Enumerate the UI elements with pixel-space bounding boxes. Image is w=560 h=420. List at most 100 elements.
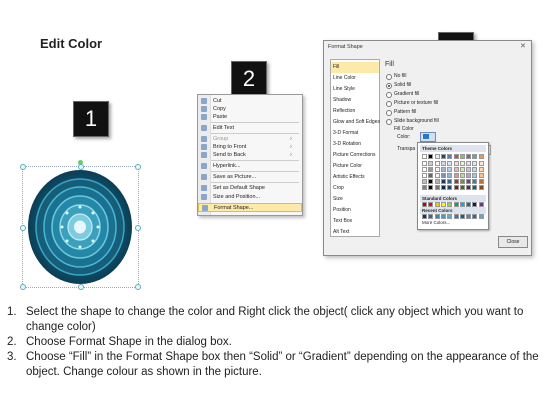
theme-color-swatch[interactable] bbox=[478, 179, 484, 184]
theme-color-swatch[interactable] bbox=[459, 154, 465, 159]
theme-color-swatch[interactable] bbox=[453, 161, 459, 166]
theme-color-swatch[interactable] bbox=[428, 173, 434, 178]
theme-color-swatch[interactable] bbox=[434, 167, 440, 172]
theme-color-swatch[interactable] bbox=[422, 179, 427, 184]
theme-color-swatch[interactable] bbox=[447, 185, 453, 190]
theme-color-swatch[interactable] bbox=[472, 154, 478, 159]
resize-handle-ne[interactable] bbox=[135, 164, 141, 170]
resize-handle-sw[interactable] bbox=[20, 284, 26, 290]
theme-color-swatch[interactable] bbox=[453, 179, 459, 184]
pattern-fill-radio[interactable] bbox=[386, 110, 392, 116]
solid-fill-radio[interactable] bbox=[386, 83, 392, 89]
theme-color-swatch[interactable] bbox=[434, 161, 440, 166]
theme-color-swatch[interactable] bbox=[472, 167, 478, 172]
theme-color-swatch[interactable] bbox=[472, 173, 478, 178]
theme-color-swatch[interactable] bbox=[459, 167, 465, 172]
category-picture-corrections[interactable]: Picture Corrections bbox=[331, 150, 379, 161]
theme-color-swatch[interactable] bbox=[440, 185, 446, 190]
close-icon[interactable]: ✕ bbox=[520, 42, 526, 50]
more-colors-link[interactable]: More Colors... bbox=[422, 220, 450, 225]
theme-color-swatch[interactable] bbox=[428, 179, 434, 184]
theme-color-swatch[interactable] bbox=[440, 161, 446, 166]
resize-handle-n[interactable] bbox=[78, 164, 84, 170]
theme-color-swatch[interactable] bbox=[440, 154, 446, 159]
theme-color-swatch[interactable] bbox=[459, 173, 465, 178]
picture-fill-radio[interactable] bbox=[386, 101, 392, 107]
theme-color-swatch[interactable] bbox=[478, 185, 484, 190]
theme-color-swatch[interactable] bbox=[447, 167, 453, 172]
theme-color-swatch[interactable] bbox=[478, 161, 484, 166]
theme-color-swatch[interactable] bbox=[447, 161, 453, 166]
recent-color-swatch[interactable] bbox=[447, 214, 453, 219]
theme-color-swatch[interactable] bbox=[422, 161, 427, 166]
theme-color-swatch[interactable] bbox=[434, 154, 440, 159]
theme-color-swatch[interactable] bbox=[428, 154, 434, 159]
theme-color-swatch[interactable] bbox=[434, 173, 440, 178]
theme-color-swatch[interactable] bbox=[440, 167, 446, 172]
close-button[interactable]: Close bbox=[498, 236, 528, 248]
gradient-fill-radio[interactable] bbox=[386, 92, 392, 98]
theme-color-swatch[interactable] bbox=[428, 167, 434, 172]
menu-item-size-and-position[interactable]: Size and Position... bbox=[198, 193, 302, 201]
theme-color-swatch[interactable] bbox=[466, 154, 472, 159]
menu-item-paste[interactable]: Paste bbox=[198, 113, 302, 121]
theme-color-swatch[interactable] bbox=[422, 167, 427, 172]
theme-color-swatch[interactable] bbox=[466, 173, 472, 178]
menu-item-save-as-picture[interactable]: Save as Picture... bbox=[198, 173, 302, 181]
category-artistic-effects[interactable]: Artistic Effects bbox=[331, 172, 379, 183]
theme-color-swatch[interactable] bbox=[472, 185, 478, 190]
theme-color-swatch[interactable] bbox=[472, 179, 478, 184]
theme-color-swatch[interactable] bbox=[453, 167, 459, 172]
recent-color-swatch[interactable] bbox=[428, 214, 434, 219]
resize-handle-nw[interactable] bbox=[20, 164, 26, 170]
theme-color-swatch[interactable] bbox=[478, 154, 484, 159]
resize-handle-e[interactable] bbox=[135, 225, 141, 231]
menu-item-cut[interactable]: Cut bbox=[198, 97, 302, 105]
theme-color-swatch[interactable] bbox=[478, 167, 484, 172]
category-reflection[interactable]: Reflection bbox=[331, 106, 379, 117]
fill-color-button[interactable] bbox=[420, 132, 436, 142]
category-line-style[interactable]: Line Style bbox=[331, 84, 379, 95]
category-fill[interactable]: Fill bbox=[331, 62, 379, 73]
theme-color-swatch[interactable] bbox=[447, 179, 453, 184]
menu-item-bring-to-front[interactable]: Bring to Front › bbox=[198, 143, 302, 151]
category-3d-format[interactable]: 3-D Format bbox=[331, 128, 379, 139]
theme-color-swatch[interactable] bbox=[422, 173, 427, 178]
concentric-circle-shape[interactable] bbox=[27, 169, 133, 285]
resize-handle-s[interactable] bbox=[78, 284, 84, 290]
category-crop[interactable]: Crop bbox=[331, 183, 379, 194]
theme-color-swatch[interactable] bbox=[447, 173, 453, 178]
category-3d-rotation[interactable]: 3-D Rotation bbox=[331, 139, 379, 150]
theme-color-swatch[interactable] bbox=[422, 154, 427, 159]
recent-color-swatch[interactable] bbox=[478, 214, 484, 219]
theme-color-swatch[interactable] bbox=[440, 179, 446, 184]
menu-item-hyperlink[interactable]: Hyperlink... bbox=[198, 162, 302, 170]
menu-item-set-default-shape[interactable]: Set as Default Shape bbox=[198, 184, 302, 192]
category-size[interactable]: Size bbox=[331, 194, 379, 205]
theme-color-swatch[interactable] bbox=[459, 179, 465, 184]
theme-color-swatch[interactable] bbox=[453, 185, 459, 190]
theme-color-swatch[interactable] bbox=[422, 185, 427, 190]
theme-color-swatch[interactable] bbox=[466, 185, 472, 190]
recent-color-swatch[interactable] bbox=[440, 214, 446, 219]
theme-color-swatch[interactable] bbox=[434, 185, 440, 190]
recent-color-swatch[interactable] bbox=[434, 214, 440, 219]
theme-color-swatch[interactable] bbox=[459, 185, 465, 190]
menu-item-format-shape[interactable]: Format Shape... bbox=[198, 203, 302, 212]
theme-color-swatch[interactable] bbox=[447, 154, 453, 159]
theme-color-swatch[interactable] bbox=[428, 185, 434, 190]
theme-color-swatch[interactable] bbox=[478, 173, 484, 178]
theme-color-swatch[interactable] bbox=[466, 179, 472, 184]
theme-color-swatch[interactable] bbox=[440, 173, 446, 178]
recent-color-swatch[interactable] bbox=[466, 214, 472, 219]
category-picture-color[interactable]: Picture Color bbox=[331, 161, 379, 172]
category-alt-text[interactable]: Alt Text bbox=[331, 227, 379, 238]
menu-item-edit-text[interactable]: Edit Text bbox=[198, 124, 302, 132]
no-fill-radio[interactable] bbox=[386, 74, 392, 80]
slide-background-fill-radio[interactable] bbox=[386, 119, 392, 125]
theme-color-swatch[interactable] bbox=[434, 179, 440, 184]
recent-color-swatch[interactable] bbox=[453, 214, 459, 219]
theme-color-swatch[interactable] bbox=[459, 161, 465, 166]
category-position[interactable]: Position bbox=[331, 205, 379, 216]
menu-item-send-to-back[interactable]: Send to Back › bbox=[198, 151, 302, 159]
